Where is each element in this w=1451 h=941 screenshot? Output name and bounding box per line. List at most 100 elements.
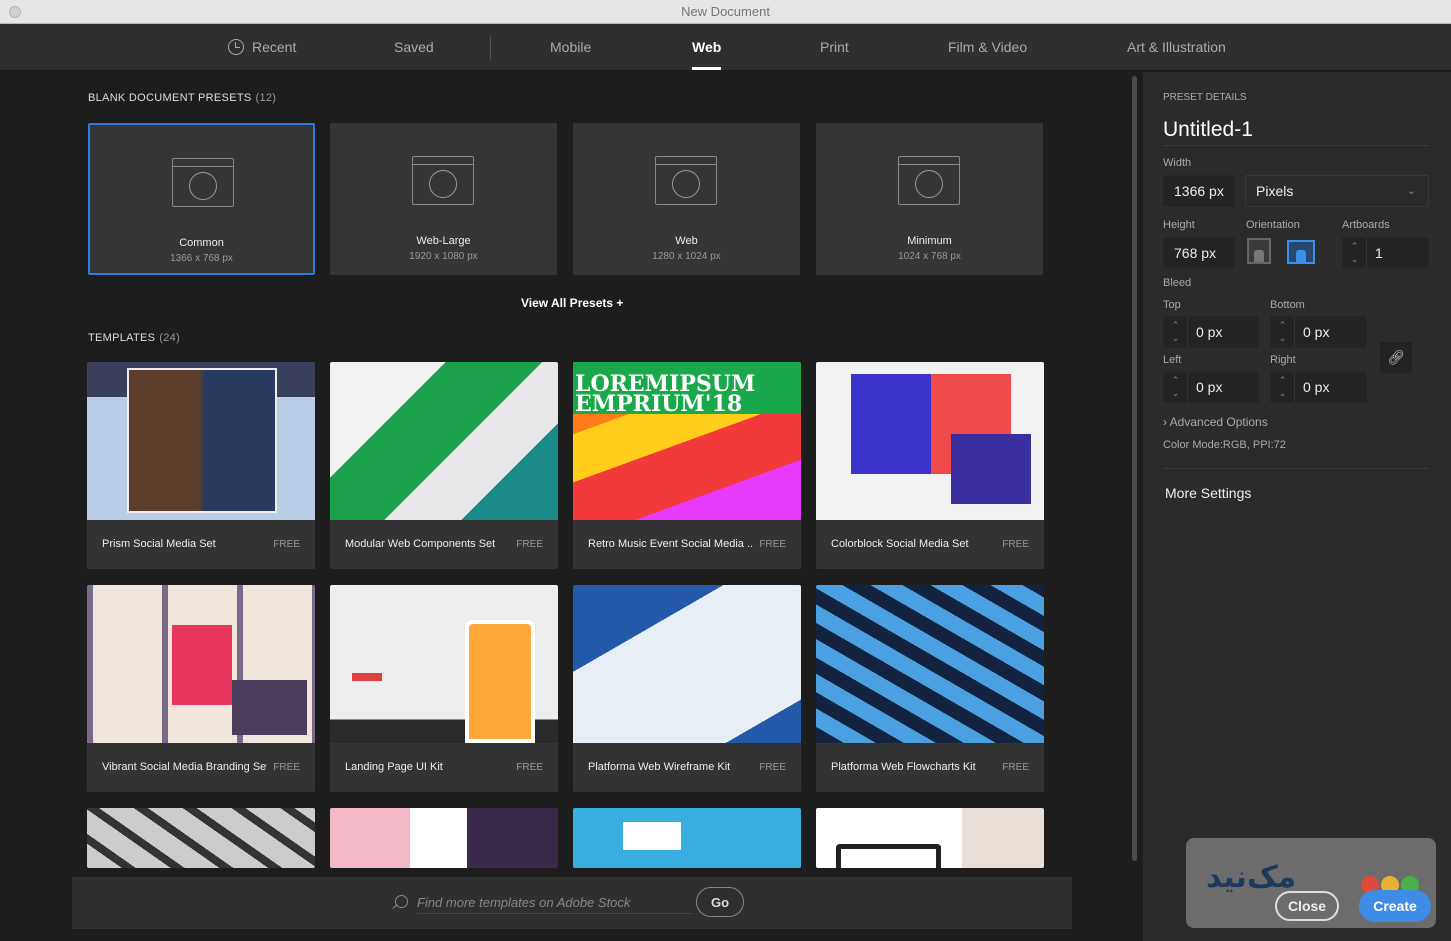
presets-heading: BLANK DOCUMENT PRESETS(12) — [88, 92, 276, 104]
web-document-icon — [412, 156, 474, 205]
template-thumbnail — [87, 585, 315, 743]
artboards-label: Artboards — [1342, 219, 1390, 231]
color-mode-text: Color Mode:RGB, PPI:72 — [1163, 439, 1286, 451]
tab-recent[interactable]: Recent — [228, 39, 296, 55]
template-name: Vibrant Social Media Branding Set — [102, 761, 267, 773]
units-value: Pixels — [1256, 183, 1293, 199]
landscape-orientation-icon[interactable] — [1287, 240, 1315, 264]
bleed-top-value: 0 px — [1196, 324, 1222, 340]
preset-name: Common — [90, 237, 313, 249]
template-card[interactable]: Vibrant Social Media Branding Set FREE — [87, 585, 315, 792]
stepper-arrows-icon[interactable]: ⌃⌄ — [1271, 317, 1295, 347]
preset-minimum[interactable]: Minimum1024 x 768 px — [816, 123, 1043, 275]
artboards-stepper[interactable]: ⌃⌄1 — [1342, 237, 1429, 269]
bleed-bottom-stepper[interactable]: ⌃⌄ 0 px — [1270, 316, 1367, 348]
preset-details-heading: PRESET DETAILS — [1163, 92, 1247, 103]
window-close-dot[interactable] — [9, 6, 21, 18]
create-button[interactable]: Create — [1359, 890, 1431, 922]
template-thumbnail — [816, 808, 1044, 868]
bleed-top-stepper[interactable]: ⌃⌄ 0 px — [1163, 316, 1259, 348]
template-thumbnail — [816, 585, 1044, 743]
view-all-presets-link[interactable]: View All Presets + — [521, 296, 623, 310]
templates-heading: TEMPLATES(24) — [88, 332, 180, 344]
preset-size: 1920 x 1080 px — [330, 251, 557, 262]
portrait-orientation-icon[interactable] — [1247, 238, 1271, 264]
web-document-icon — [898, 156, 960, 205]
preset-size: 1024 x 768 px — [816, 251, 1043, 262]
free-badge: FREE — [273, 762, 300, 773]
template-thumbnail — [330, 585, 558, 743]
height-input[interactable]: 768 px — [1163, 237, 1235, 269]
preset-common[interactable]: Common 1366 x 768 px — [88, 123, 315, 275]
template-name: Platforma Web Flowcharts Kit — [831, 761, 976, 773]
bleed-left-stepper[interactable]: ⌃⌄0 px — [1163, 371, 1259, 403]
tab-web[interactable]: Web — [692, 39, 721, 55]
document-name-field[interactable]: Untitled-1 — [1163, 118, 1253, 142]
tab-saved[interactable]: Saved — [394, 39, 434, 55]
template-thumbnail: LOREMIPSUMEMPRIUM'18 — [573, 362, 801, 520]
template-thumbnail — [87, 362, 315, 520]
template-card[interactable]: Platforma Web Flowcharts Kit FREE — [816, 585, 1044, 792]
bleed-top-label: Top — [1163, 299, 1181, 311]
template-thumbnail — [816, 362, 1044, 520]
free-badge: FREE — [1002, 762, 1029, 773]
close-button[interactable]: Close — [1275, 891, 1339, 921]
clock-icon — [228, 39, 244, 55]
free-badge: FREE — [516, 762, 543, 773]
bleed-right-value: 0 px — [1303, 379, 1329, 395]
bleed-left-label: Left — [1163, 354, 1181, 366]
free-badge: FREE — [759, 762, 786, 773]
stepper-arrows-icon[interactable]: ⌃⌄ — [1271, 372, 1295, 402]
width-input[interactable]: 1366 px — [1163, 175, 1235, 207]
bleed-bottom-value: 0 px — [1303, 324, 1329, 340]
stepper-arrows-icon[interactable]: ⌃⌄ — [1343, 238, 1367, 268]
preset-name: Web — [573, 235, 800, 247]
preset-size: 1366 x 768 px — [90, 253, 313, 264]
divider — [1163, 468, 1429, 469]
free-badge: FREE — [1002, 539, 1029, 550]
preset-web[interactable]: Web 1280 x 1024 px — [573, 123, 800, 275]
template-card[interactable]: Landing Page UI Kit FREE — [330, 585, 558, 792]
template-card[interactable] — [330, 808, 558, 868]
title-bar: New Document — [0, 0, 1451, 24]
template-card[interactable] — [816, 808, 1044, 868]
bleed-bottom-label: Bottom — [1270, 299, 1305, 311]
bleed-right-stepper[interactable]: ⌃⌄ 0 px — [1270, 371, 1367, 403]
template-card[interactable]: Colorblock Social Media Set FREE — [816, 362, 1044, 569]
tab-art-illustration[interactable]: Art & Illustration — [1127, 39, 1226, 55]
template-card[interactable] — [573, 808, 801, 868]
bleed-label: Bleed — [1163, 277, 1191, 289]
template-card[interactable] — [87, 808, 315, 868]
template-thumbnail — [573, 808, 801, 868]
template-name: Colorblock Social Media Set — [831, 538, 969, 550]
advanced-options-toggle[interactable]: › Advanced Options — [1163, 415, 1268, 429]
go-button[interactable]: Go — [696, 887, 744, 917]
more-settings-link[interactable]: More Settings — [1165, 485, 1251, 501]
stepper-arrows-icon[interactable]: ⌃⌄ — [1164, 317, 1188, 347]
units-select[interactable]: Pixels ⌄ — [1245, 175, 1429, 207]
stock-search-input[interactable] — [417, 892, 692, 914]
preset-size: 1280 x 1024 px — [573, 251, 800, 262]
template-name: Platforma Web Wireframe Kit — [588, 761, 730, 773]
tab-film-video[interactable]: Film & Video — [948, 39, 1027, 55]
free-badge: FREE — [759, 539, 786, 550]
free-badge: FREE — [273, 539, 300, 550]
template-name: Landing Page UI Kit — [345, 761, 443, 773]
template-card[interactable]: LOREMIPSUMEMPRIUM'18Retro Music Event So… — [573, 362, 801, 569]
template-name: Modular Web Components Set — [345, 538, 495, 550]
free-badge: FREE — [516, 539, 543, 550]
stepper-arrows-icon[interactable]: ⌃⌄ — [1164, 372, 1188, 402]
preset-web-large[interactable]: Web-Large1920 x 1080 px — [330, 123, 557, 275]
search-icon — [395, 895, 408, 908]
template-card[interactable]: Platforma Web Wireframe Kit FREE — [573, 585, 801, 792]
presets-title: BLANK DOCUMENT PRESETS — [88, 92, 251, 104]
template-card[interactable]: Prism Social Media Set FREE — [87, 362, 315, 569]
link-bleed-icon[interactable]: 🔗︎ — [1380, 342, 1412, 373]
tab-mobile[interactable]: Mobile — [550, 39, 591, 55]
template-card[interactable]: Modular Web Components Set FREE — [330, 362, 558, 569]
chevron-down-icon: ⌄ — [1407, 176, 1416, 206]
templates-scrollbar[interactable] — [1132, 76, 1137, 861]
template-name: Prism Social Media Set — [102, 538, 216, 550]
divider — [1163, 145, 1429, 146]
tab-print[interactable]: Print — [820, 39, 849, 55]
